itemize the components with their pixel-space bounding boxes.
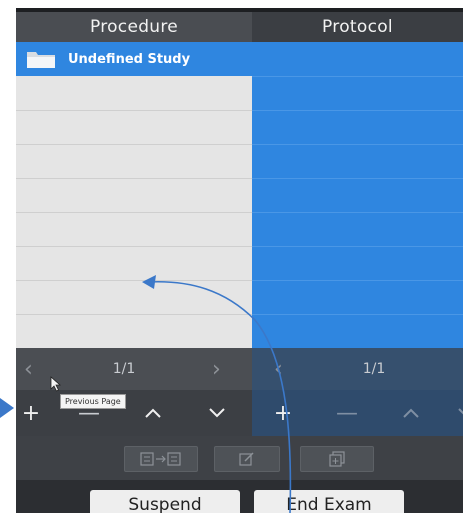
- protocol-pager: ‹ 1/1: [252, 348, 463, 390]
- transfer-button[interactable]: [124, 446, 198, 472]
- study-label: Undefined Study: [68, 51, 191, 67]
- list-divider: [16, 212, 252, 213]
- list-divider: [16, 314, 252, 315]
- procedure-page-count: 1/1: [112, 361, 136, 377]
- plus-icon[interactable]: +: [16, 398, 46, 428]
- chevron-left-icon[interactable]: ‹: [274, 357, 283, 382]
- procedure-list[interactable]: Undefined Study: [16, 42, 252, 348]
- list-divider: [252, 144, 463, 145]
- protocol-toolbar: + —: [252, 390, 463, 436]
- chevron-down-icon[interactable]: [202, 398, 232, 428]
- suspend-button[interactable]: Suspend: [90, 490, 240, 513]
- left-pointer-arrowhead: [0, 398, 14, 418]
- protocol-header: Protocol: [252, 12, 463, 42]
- list-divider: [16, 110, 252, 111]
- chevron-up-icon[interactable]: [138, 398, 168, 428]
- list-divider: [252, 314, 463, 315]
- chevron-down-icon[interactable]: [448, 398, 463, 428]
- chevron-left-icon[interactable]: ‹: [24, 357, 33, 382]
- mouse-cursor-icon: [50, 376, 62, 392]
- protocol-list[interactable]: [252, 42, 463, 348]
- edit-icon: [239, 452, 254, 466]
- append-icon: [329, 451, 345, 467]
- folder-icon: [27, 52, 55, 68]
- chevron-right-icon[interactable]: ›: [212, 357, 221, 382]
- previous-page-tooltip: Previous Page: [60, 394, 126, 409]
- edit-button[interactable]: [214, 446, 280, 472]
- list-divider: [16, 144, 252, 145]
- append-button[interactable]: [300, 446, 374, 472]
- list-divider: [252, 246, 463, 247]
- list-divider: [252, 178, 463, 179]
- procedure-toolbar: + —: [16, 390, 252, 436]
- list-divider: [16, 178, 252, 179]
- bottom-bar: Suspend End Exam: [16, 480, 463, 513]
- protocol-page-count: 1/1: [362, 361, 386, 377]
- procedure-header: Procedure: [16, 12, 252, 42]
- list-divider: [252, 76, 463, 77]
- transfer-icon: [140, 452, 181, 466]
- list-divider: [16, 280, 252, 281]
- list-divider: [16, 246, 252, 247]
- action-bar: [16, 436, 463, 480]
- exam-screen: Procedure Protocol Undefined Study ‹ 1/1: [16, 8, 463, 513]
- plus-icon[interactable]: +: [268, 398, 298, 428]
- minus-icon[interactable]: —: [332, 398, 362, 428]
- list-divider: [252, 280, 463, 281]
- list-divider: [252, 212, 463, 213]
- chevron-up-icon[interactable]: [396, 398, 426, 428]
- end-exam-button[interactable]: End Exam: [254, 490, 404, 513]
- procedure-item-undefined-study[interactable]: Undefined Study: [16, 42, 252, 76]
- list-divider: [252, 110, 463, 111]
